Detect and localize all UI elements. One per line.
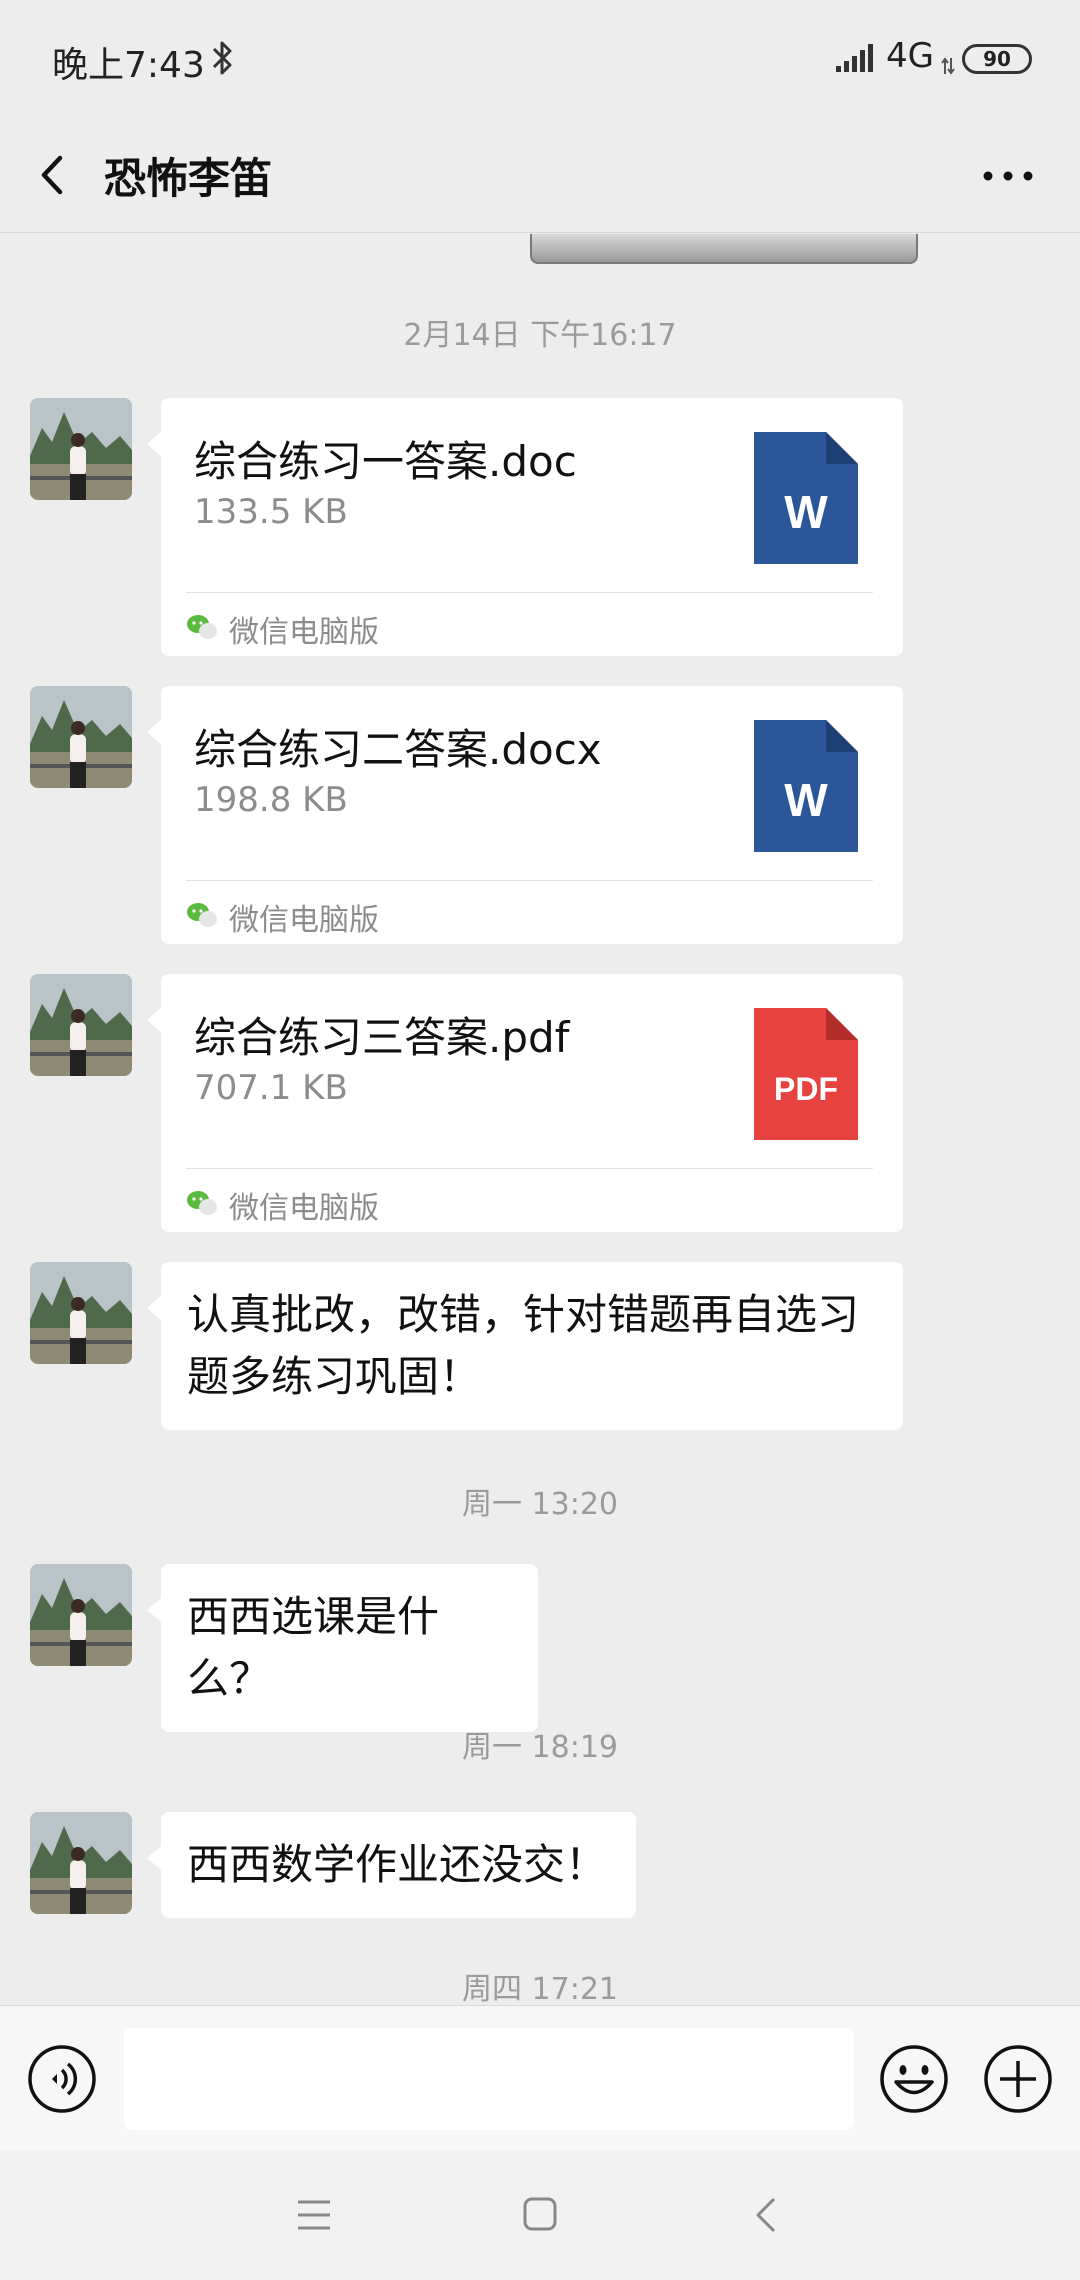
timestamp: 2月14日 下午16:17 <box>403 318 677 353</box>
wechat-icon <box>187 1191 217 1215</box>
voice-icon[interactable] <box>26 2043 98 2115</box>
text-message[interactable]: 西西数学作业还没交！ <box>147 1812 636 1918</box>
text-message[interactable]: 西西选课是什么？ <box>147 1564 538 1732</box>
message-text: 西西选课是什么？ <box>187 1592 440 1703</box>
status-bar: 晚上7:43 4G 90 <box>0 0 1080 118</box>
word-file-icon: W <box>754 720 858 852</box>
network-label: 4G <box>886 36 934 76</box>
divider <box>186 592 873 593</box>
message-list[interactable]: 2月14日 下午16:17 综合练习一答案.doc 133.5 KB W 微信电… <box>0 234 1080 2004</box>
file-size: 133.5 KB <box>194 492 348 532</box>
avatar[interactable] <box>30 1564 132 1666</box>
message-text: 西西数学作业还没交！ <box>187 1840 608 1889</box>
source-label: 微信电脑版 <box>229 903 379 938</box>
avatar[interactable] <box>30 1812 132 1914</box>
status-time: 晚上7:43 <box>52 45 205 86</box>
avatar[interactable] <box>30 686 132 788</box>
word-file-icon: W <box>754 432 858 564</box>
battery-level: 90 <box>983 47 1011 71</box>
signal-icon <box>836 44 873 72</box>
file-badge: W <box>784 774 828 826</box>
file-message[interactable]: 综合练习三答案.pdf 707.1 KB PDF 微信电脑版 <box>147 974 903 1232</box>
source-label: 微信电脑版 <box>229 615 379 650</box>
home-icon[interactable] <box>522 2196 558 2232</box>
message-input[interactable] <box>124 2028 854 2130</box>
file-badge: PDF <box>774 1071 838 1107</box>
system-nav-bar <box>0 2150 1080 2280</box>
file-name: 综合练习二答案.docx <box>194 725 602 774</box>
timestamp: 周一 13:20 <box>462 1487 618 1522</box>
bluetooth-icon <box>212 41 232 75</box>
back-nav-icon[interactable] <box>752 2196 780 2234</box>
file-size: 198.8 KB <box>194 780 348 820</box>
timestamp: 周四 17:21 <box>462 1972 618 2004</box>
menu-icon[interactable] <box>296 2198 332 2232</box>
network-arrows-icon <box>941 57 955 75</box>
chat-title: 恐怖李笛 <box>104 154 273 203</box>
more-dots-icon[interactable] <box>980 152 1036 200</box>
input-bar <box>0 2005 1080 2150</box>
file-size: 707.1 KB <box>194 1068 348 1108</box>
file-message[interactable]: 综合练习二答案.docx 198.8 KB W 微信电脑版 <box>147 686 903 944</box>
chevron-left-icon[interactable] <box>34 150 70 200</box>
emoji-icon[interactable] <box>878 2043 950 2115</box>
avatar[interactable] <box>30 398 132 500</box>
avatar[interactable] <box>30 1262 132 1364</box>
file-badge: W <box>784 486 828 538</box>
divider <box>186 1168 873 1169</box>
chat-header: 恐怖李笛 <box>0 118 1080 233</box>
file-message[interactable]: 综合练习一答案.doc 133.5 KB W 微信电脑版 <box>147 398 903 656</box>
plus-icon[interactable] <box>982 2043 1054 2115</box>
battery-icon: 90 <box>962 44 1032 74</box>
source-label: 微信电脑版 <box>229 1191 379 1226</box>
chat-screen: 晚上7:43 4G 90 恐怖李笛 2月14日 下午16:17 综合练习一答案.… <box>0 0 1080 2280</box>
timestamp: 周一 18:19 <box>462 1730 618 1765</box>
pdf-file-icon: PDF <box>754 1008 858 1140</box>
divider <box>186 880 873 881</box>
file-name: 综合练习一答案.doc <box>194 437 577 486</box>
file-name: 综合练习三答案.pdf <box>194 1013 570 1062</box>
wechat-icon <box>187 615 217 639</box>
avatar[interactable] <box>30 974 132 1076</box>
wechat-icon <box>187 903 217 927</box>
text-message[interactable]: 认真批改，改错，针对错题再自选习题多练习巩固！ <box>147 1262 903 1430</box>
image-message-fragment[interactable] <box>530 234 918 264</box>
message-text: 认真批改，改错，针对错题再自选习题多练习巩固！ <box>187 1290 860 1401</box>
